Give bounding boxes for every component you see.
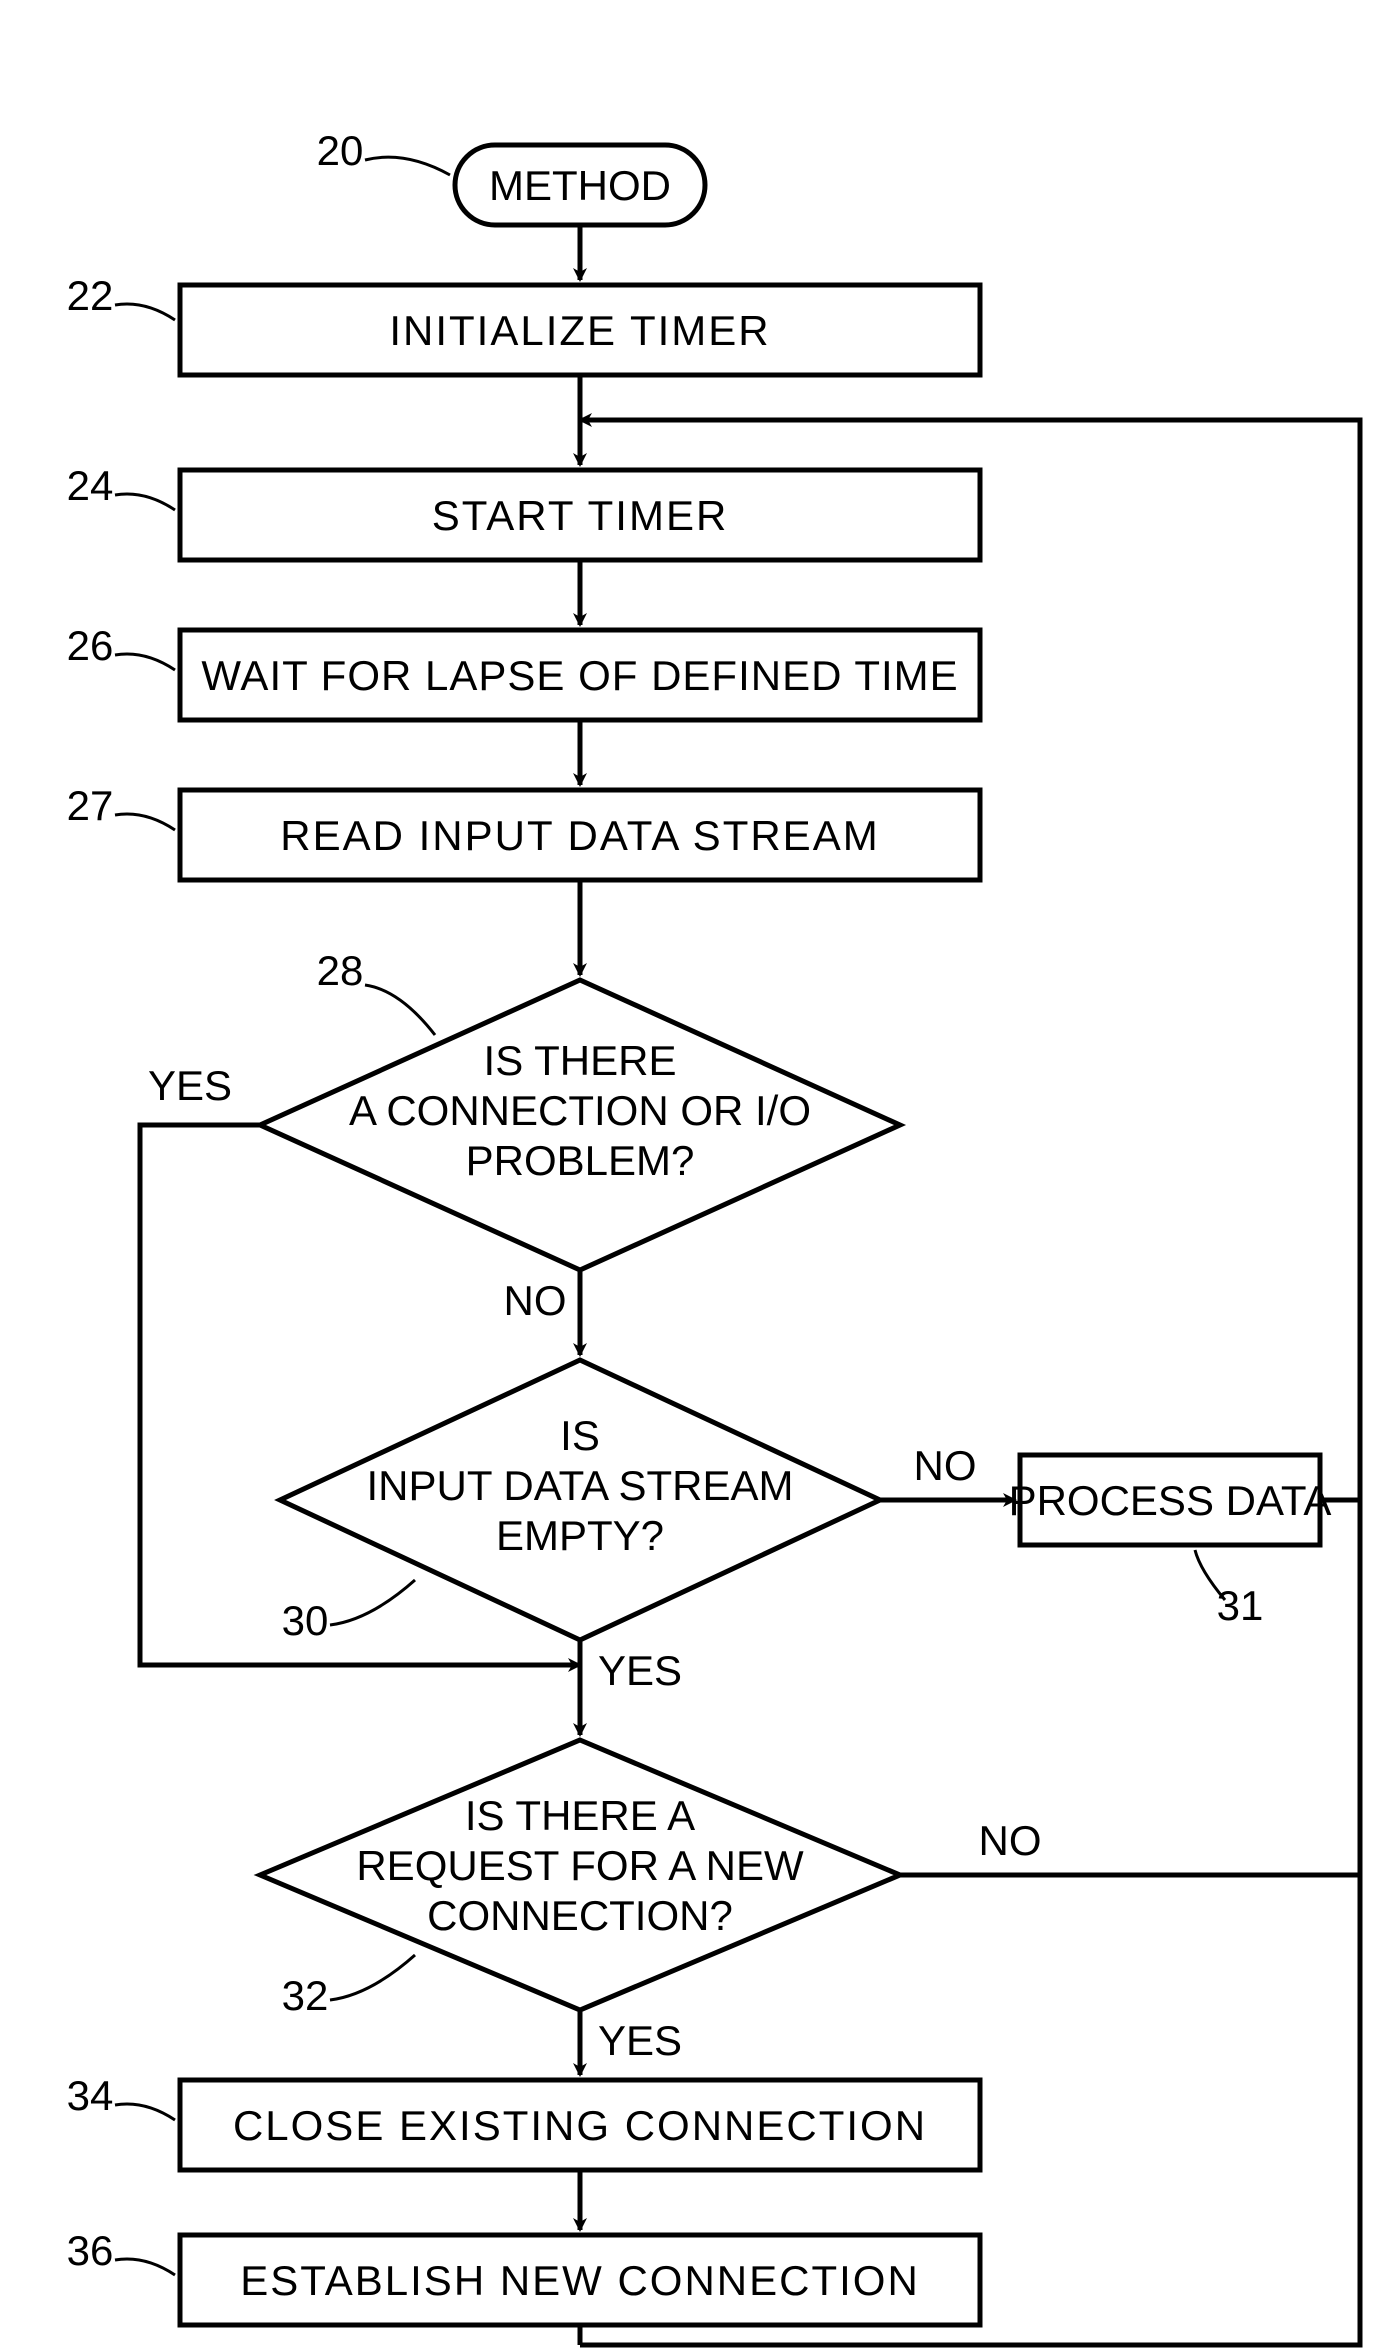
process-data-label: PROCESS DATA: [1009, 1477, 1332, 1524]
dec1-ref: 28: [317, 947, 364, 994]
init-timer-label: INITIALIZE TIMER: [389, 307, 770, 354]
read-label: READ INPUT DATA STREAM: [280, 812, 879, 859]
init-ref: 22: [67, 272, 114, 319]
close-conn-label: CLOSE EXISTING CONNECTION: [233, 2102, 927, 2149]
dec1-no: NO: [504, 1277, 567, 1324]
dec2-yes: YES: [598, 1647, 682, 1694]
start-timer-ref: 24: [67, 462, 114, 509]
dec3-l1: IS THERE A: [465, 1792, 695, 1839]
establish-conn-label: ESTABLISH NEW CONNECTION: [240, 2257, 920, 2304]
dec1-l3: PROBLEM?: [466, 1137, 695, 1184]
dec2-ref: 30: [282, 1597, 329, 1644]
process-ref: 31: [1217, 1582, 1264, 1629]
start-ref: 20: [317, 127, 364, 174]
start-timer-label: START TIMER: [432, 492, 729, 539]
dec1-l1: IS THERE: [484, 1037, 677, 1084]
flowchart-diagram: METHOD 20 INITIALIZE TIMER 22 START TIME…: [0, 0, 1384, 2349]
dec3-l3: CONNECTION?: [427, 1892, 733, 1939]
establish-ref: 36: [67, 2227, 114, 2274]
dec2-no: NO: [914, 1442, 977, 1489]
dec3-yes: YES: [598, 2017, 682, 2064]
dec2-l2: INPUT DATA STREAM: [366, 1462, 793, 1509]
dec1-yes: YES: [148, 1062, 232, 1109]
read-ref: 27: [67, 782, 114, 829]
wait-label: WAIT FOR LAPSE OF DEFINED TIME: [201, 652, 958, 699]
dec3-no: NO: [979, 1817, 1042, 1864]
dec3-ref: 32: [282, 1972, 329, 2019]
dec3-l2: REQUEST FOR A NEW: [356, 1842, 804, 1889]
start-label: METHOD: [489, 162, 671, 209]
dec1-l2: A CONNECTION OR I/O: [349, 1087, 811, 1134]
wait-ref: 26: [67, 622, 114, 669]
close-ref: 34: [67, 2072, 114, 2119]
dec2-l1: IS: [560, 1412, 600, 1459]
dec2-l3: EMPTY?: [496, 1512, 664, 1559]
